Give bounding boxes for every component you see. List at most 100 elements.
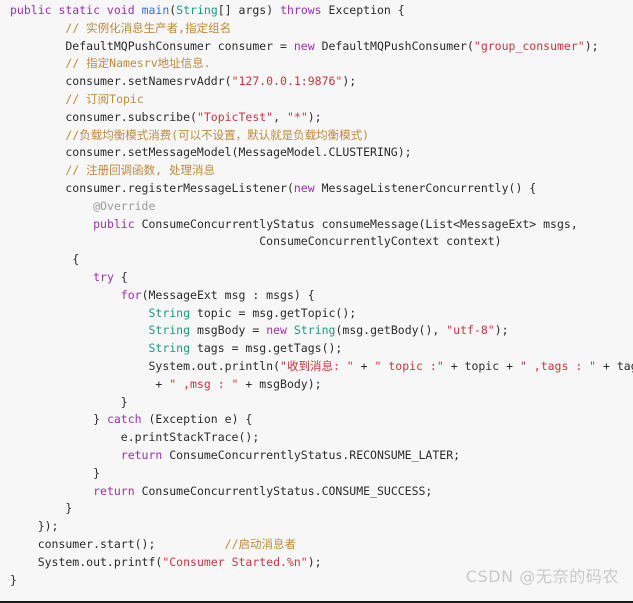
code-line: } catch (Exception e) { — [0, 411, 633, 429]
code-screenshot: public static void main(String[] args) t… — [0, 0, 633, 603]
code-token-cmt: // 实例化消息生产者,指定组名 — [65, 20, 232, 35]
code-token-fn: main — [141, 3, 170, 17]
code-token-pl: + tags — [603, 358, 633, 373]
code-token-pl: Exception { — [328, 3, 405, 17]
code-line: consumer.setMessageModel(MessageModel.CL… — [0, 144, 633, 162]
csdn-watermark: CSDN @无奈的码农 — [465, 567, 619, 586]
code-line: try { — [0, 269, 633, 287]
code-line: + " ,msg : " + msgBody); — [0, 376, 633, 394]
code-token-pl: ConsumeConcurrentlyStatus consumeMessage… — [134, 216, 578, 231]
code-token-pl: (MessageExt msg : msgs) { — [141, 287, 315, 302]
code-token-pl: DefaultMQPushConsumer( — [314, 38, 474, 53]
code-token-typ: String — [148, 341, 191, 356]
code-token-cmt: // 订阅Topic — [65, 91, 144, 106]
code-token-pl: ); — [342, 74, 357, 89]
code-token-pl: } — [10, 412, 107, 427]
code-line: public ConsumeConcurrentlyStatus consume… — [0, 216, 633, 234]
code-token-typ: String — [148, 305, 191, 320]
code-token-pl: } — [10, 394, 128, 409]
code-token-pl: consumer.setNamesrvAddr( — [10, 74, 232, 89]
code-token-str: "TopicTest" — [196, 109, 274, 124]
code-token-pl: { — [10, 252, 80, 267]
code-token-pl: , — [273, 109, 287, 124]
code-token-str: "收到消息: " — [280, 358, 354, 373]
code-line: String tags = msg.getTags(); — [0, 340, 633, 358]
code-token-kw: throws — [280, 3, 329, 17]
code-token-pl: tags = msg.getTags(); — [190, 341, 343, 356]
code-line: String topic = msg.getTopic(); — [0, 305, 633, 323]
code-line: } — [0, 394, 633, 412]
code-token-pl: ConsumeConcurrentlyContext context) — [10, 234, 502, 249]
code-token-kw: public static void — [10, 3, 142, 17]
code-token-kw: new — [293, 180, 315, 195]
code-token-typ: String — [148, 323, 191, 338]
code-token-str: " ,msg : " — [169, 376, 239, 391]
code-token-pl: consumer.registerMessageListener( — [10, 180, 294, 195]
code-token-kw: return — [120, 447, 163, 462]
code-token-str: "Consumer Started.%n" — [162, 554, 308, 569]
code-token-pl: [] args) — [217, 3, 281, 17]
code-token-kw: catch — [106, 412, 142, 427]
code-line: return ConsumeConcurrentlyStatus.RECONSU… — [0, 447, 633, 465]
code-line: // 指定Namesrv地址信息. — [0, 55, 633, 73]
code-line: ConsumeConcurrentlyContext context) — [0, 233, 633, 251]
code-token-pl: }); — [10, 519, 59, 534]
code-token-pl: + topic + — [443, 358, 520, 373]
code-line: // 实例化消息生产者,指定组名 — [0, 20, 633, 38]
code-line: consumer.setNamesrvAddr("127.0.0.1:9876"… — [0, 73, 633, 91]
code-line: // 注册回调函数, 处理消息 — [0, 162, 633, 180]
code-token-pl: msgBody = — [190, 323, 267, 338]
code-token-pl: DefaultMQPushConsumer consumer = — [10, 38, 294, 53]
code-token-pl: System.out.printf( — [10, 554, 163, 569]
code-token-pl: ); — [584, 38, 599, 53]
code-token-kw: new — [293, 38, 315, 53]
code-token-cmt: //启动消息者 — [224, 536, 296, 551]
code-token-typ: String — [176, 3, 218, 17]
code-token-pl: consumer.start(); — [10, 536, 225, 551]
code-line: @Override — [0, 198, 633, 216]
code-token-pl: e.printStackTrace(); — [10, 430, 260, 445]
code-token-str: "127.0.0.1:9876" — [231, 74, 343, 89]
code-token-str: "*" — [286, 109, 308, 124]
code-token-pl: ConsumeConcurrentlyStatus.CONSUME_SUCCES… — [134, 483, 433, 498]
code-line: System.out.println("收到消息: " + " topic :"… — [0, 358, 633, 376]
code-token-pl: + msgBody); — [238, 376, 322, 391]
code-line: for(MessageExt msg : msgs) { — [0, 287, 633, 305]
code-line: consumer.registerMessageListener(new Mes… — [0, 180, 633, 198]
code-line: } — [0, 500, 633, 518]
code-token-pl: ); — [307, 109, 322, 124]
code-token-str: " ,tags : " — [519, 358, 597, 373]
code-token-cmt: // 指定Namesrv地址信息. — [65, 56, 211, 71]
code-token-str: "utf-8" — [446, 323, 495, 338]
code-token-pl: consumer.subscribe( — [10, 109, 197, 124]
code-line: // 订阅Topic — [0, 91, 633, 109]
code-token-pl: topic = msg.getTopic(); — [190, 305, 357, 320]
code-token-typ: String — [293, 323, 336, 338]
code-token-str: "group_consumer" — [473, 38, 585, 53]
code-token-pl: + — [10, 376, 170, 391]
code-line: e.printStackTrace(); — [0, 429, 633, 447]
code-line: DefaultMQPushConsumer consumer = new Def… — [0, 38, 633, 56]
code-token-pl: MessageListenerConcurrently() { — [314, 180, 537, 195]
code-line: }); — [0, 518, 633, 536]
code-token-str: " topic :" — [374, 358, 444, 373]
code-token-kw: return — [93, 483, 135, 498]
code-token-pl: + — [353, 358, 375, 373]
code-token-kw: new — [266, 323, 287, 338]
code-token-pl: } — [10, 501, 73, 516]
code-token-ann: @Override — [93, 198, 156, 213]
code-token-pl: } — [10, 465, 101, 480]
code-token-pl: ); — [307, 554, 322, 569]
code-token-kw: try — [93, 269, 114, 284]
code-token-cmt: // 注册回调函数, 处理消息 — [65, 163, 216, 178]
